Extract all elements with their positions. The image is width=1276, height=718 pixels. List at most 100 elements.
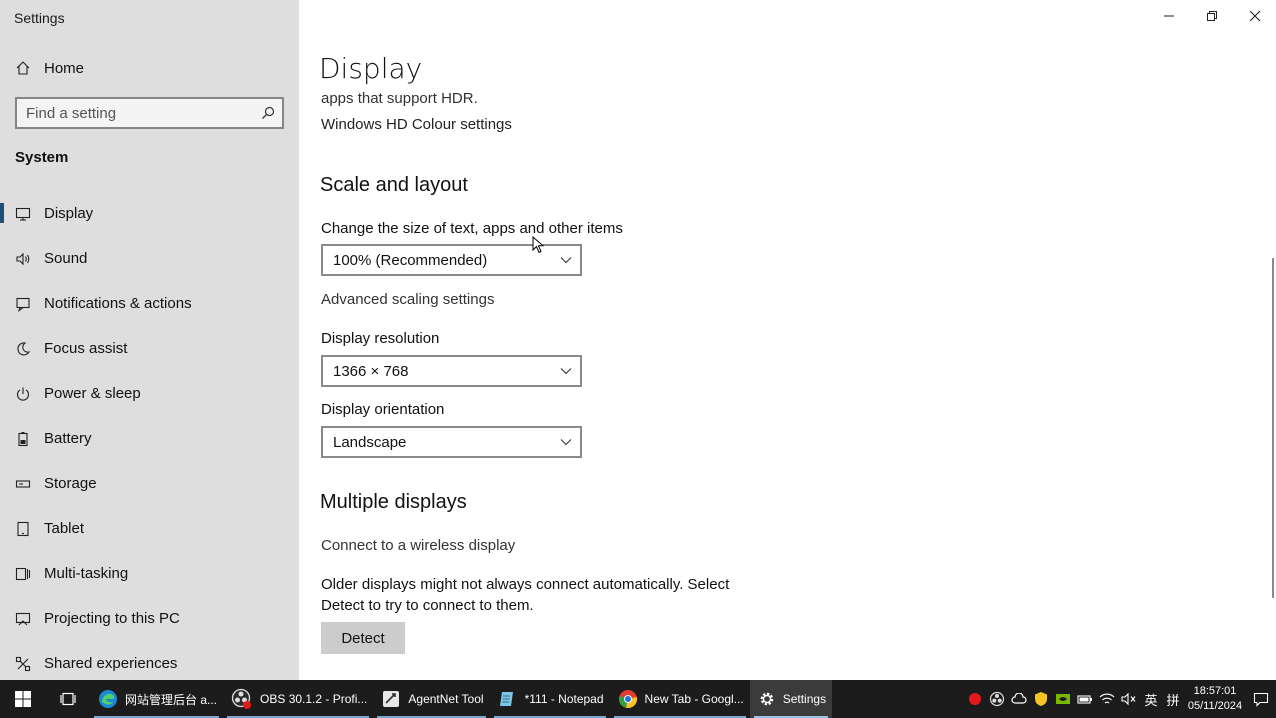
search-icon[interactable] <box>254 106 282 120</box>
scale-layout-heading: Scale and layout <box>320 174 468 196</box>
cloud-icon[interactable] <box>1008 680 1030 718</box>
gear-icon <box>760 692 774 706</box>
scale-value: 100% (Recommended) <box>333 251 488 269</box>
sidebar-item-notifications[interactable]: Notifications & actions <box>0 285 299 330</box>
action-center-icon <box>1253 692 1269 707</box>
sidebar-item-label: Projecting to this PC <box>44 610 180 627</box>
sidebar-item-label: Display <box>44 205 94 222</box>
obs-tray-icon[interactable] <box>986 680 1008 718</box>
edge-icon <box>99 690 117 708</box>
power-icon <box>0 386 44 402</box>
minimize-button[interactable] <box>1147 0 1190 32</box>
page-title: Display <box>319 52 423 85</box>
volume-icon[interactable] <box>1118 680 1140 718</box>
wireless-display-link[interactable]: Connect to a wireless display <box>321 537 515 554</box>
action-center-button[interactable] <box>1246 680 1276 718</box>
search-box[interactable] <box>15 97 284 129</box>
taskbar-app-obs[interactable]: OBS 30.1.2 - Profi... <box>223 680 373 718</box>
orientation-value: Landscape <box>333 433 407 451</box>
taskbar-app-agentnet[interactable]: AgentNet Tool <box>373 680 489 718</box>
app-title: Settings <box>14 10 65 26</box>
search-input[interactable] <box>17 99 254 127</box>
record-icon[interactable] <box>964 680 986 718</box>
hdr-description: apps that support HDR. <box>321 90 478 107</box>
taskbar-app-label: New Tab - Googl... <box>644 692 744 706</box>
clock-time: 18:57:01 <box>1193 685 1237 697</box>
security-shield-icon[interactable] <box>1030 680 1052 718</box>
sidebar-item-multitasking[interactable]: Multi-tasking <box>0 555 299 600</box>
chevron-down-icon <box>560 439 572 446</box>
monitor-icon <box>0 206 44 222</box>
sidebar-item-label: Sound <box>44 250 88 267</box>
sidebar-item-tablet[interactable]: Tablet <box>0 510 299 555</box>
sidebar-item-label: Battery <box>44 430 92 447</box>
taskbar-app-label: 网站管理后台 a... <box>125 692 218 707</box>
sidebar-item-label: Multi-tasking <box>44 565 129 582</box>
taskbar-app-settings[interactable]: Settings <box>749 680 833 718</box>
orientation-dropdown[interactable]: Landscape <box>321 426 582 458</box>
sidebar-item-battery[interactable]: Battery <box>0 420 299 465</box>
task-view-button[interactable] <box>45 680 90 718</box>
orientation-label: Display orientation <box>321 401 445 418</box>
close-button[interactable] <box>1233 0 1276 32</box>
taskbar-app-label: OBS 30.1.2 - Profi... <box>260 692 368 706</box>
hdr-colour-settings-link[interactable]: Windows HD Colour settings <box>321 116 512 133</box>
sidebar-item-label: Tablet <box>44 520 85 537</box>
restore-icon <box>1206 11 1217 21</box>
taskbar-app-label: Settings <box>782 692 827 706</box>
speaker-icon <box>0 251 44 267</box>
agentnet-icon <box>383 691 400 707</box>
clock[interactable]: 18:57:01 05/11/2024 <box>1184 684 1246 714</box>
older-displays-text: Older displays might not always connect … <box>321 576 730 614</box>
ime-mode-indicator[interactable]: 拼 <box>1162 680 1184 718</box>
sidebar-item-focus-assist[interactable]: Focus assist <box>0 330 299 375</box>
nav-list: Display Sound Notifications & actions Fo… <box>0 195 299 690</box>
main-content: Display apps that support HDR. Windows H… <box>299 0 1276 680</box>
start-button[interactable] <box>0 680 45 718</box>
sidebar-item-storage[interactable]: Storage <box>0 465 299 510</box>
taskbar-app-label: *111 - Notepad <box>524 692 604 706</box>
battery-tray-icon[interactable] <box>1074 680 1096 718</box>
battery-icon <box>0 431 44 447</box>
sidebar-item-label: Storage <box>44 475 97 492</box>
taskbar-app-label: AgentNet Tool <box>408 692 484 706</box>
detect-button[interactable]: Detect <box>321 622 405 654</box>
taskbar-app-notepad[interactable]: *111 - Notepad <box>490 680 610 718</box>
system-tray: 英 拼 18:57:01 05/11/2024 <box>964 680 1276 718</box>
sidebar: Settings Home System Display Sound <box>0 0 299 680</box>
clock-date: 05/11/2024 <box>1187 700 1243 712</box>
wifi-icon[interactable] <box>1096 680 1118 718</box>
chevron-down-icon <box>560 368 572 375</box>
multiple-displays-heading: Multiple displays <box>320 491 467 513</box>
ime-language-indicator[interactable]: 英 <box>1140 680 1162 718</box>
mouse-cursor-icon <box>532 236 544 254</box>
sidebar-item-sound[interactable]: Sound <box>0 240 299 285</box>
scrollbar[interactable] <box>1272 258 1274 598</box>
notification-icon <box>0 296 44 312</box>
resolution-dropdown[interactable]: 1366 × 768 <box>321 355 582 387</box>
obs-icon <box>231 688 252 709</box>
taskbar-app-edge[interactable]: 网站管理后台 a... <box>90 680 223 718</box>
chrome-icon <box>618 690 637 709</box>
close-icon <box>1249 10 1260 22</box>
nvidia-icon[interactable] <box>1052 680 1074 718</box>
restore-button[interactable] <box>1190 0 1233 32</box>
windows-logo-icon <box>14 691 31 707</box>
tablet-icon <box>0 521 44 537</box>
multitasking-icon <box>0 566 44 582</box>
sidebar-item-projecting[interactable]: Projecting to this PC <box>0 600 299 645</box>
sidebar-item-label: Power & sleep <box>44 385 141 402</box>
taskbar-app-chrome[interactable]: New Tab - Googl... <box>610 680 750 718</box>
scale-label: Change the size of text, apps and other … <box>321 220 623 237</box>
notepad-icon <box>499 692 513 706</box>
sidebar-item-power[interactable]: Power & sleep <box>0 375 299 420</box>
sidebar-item-display[interactable]: Display <box>0 195 299 240</box>
nav-home[interactable]: Home <box>0 52 299 84</box>
home-icon <box>0 60 44 76</box>
projecting-icon <box>0 611 44 627</box>
chevron-down-icon <box>560 257 572 264</box>
sidebar-item-label: Notifications & actions <box>44 295 192 312</box>
advanced-scaling-link[interactable]: Advanced scaling settings <box>321 291 494 308</box>
taskbar: 网站管理后台 a... OBS 30.1.2 - Profi... AgentN… <box>0 680 1276 718</box>
section-label-system: System <box>15 149 69 166</box>
